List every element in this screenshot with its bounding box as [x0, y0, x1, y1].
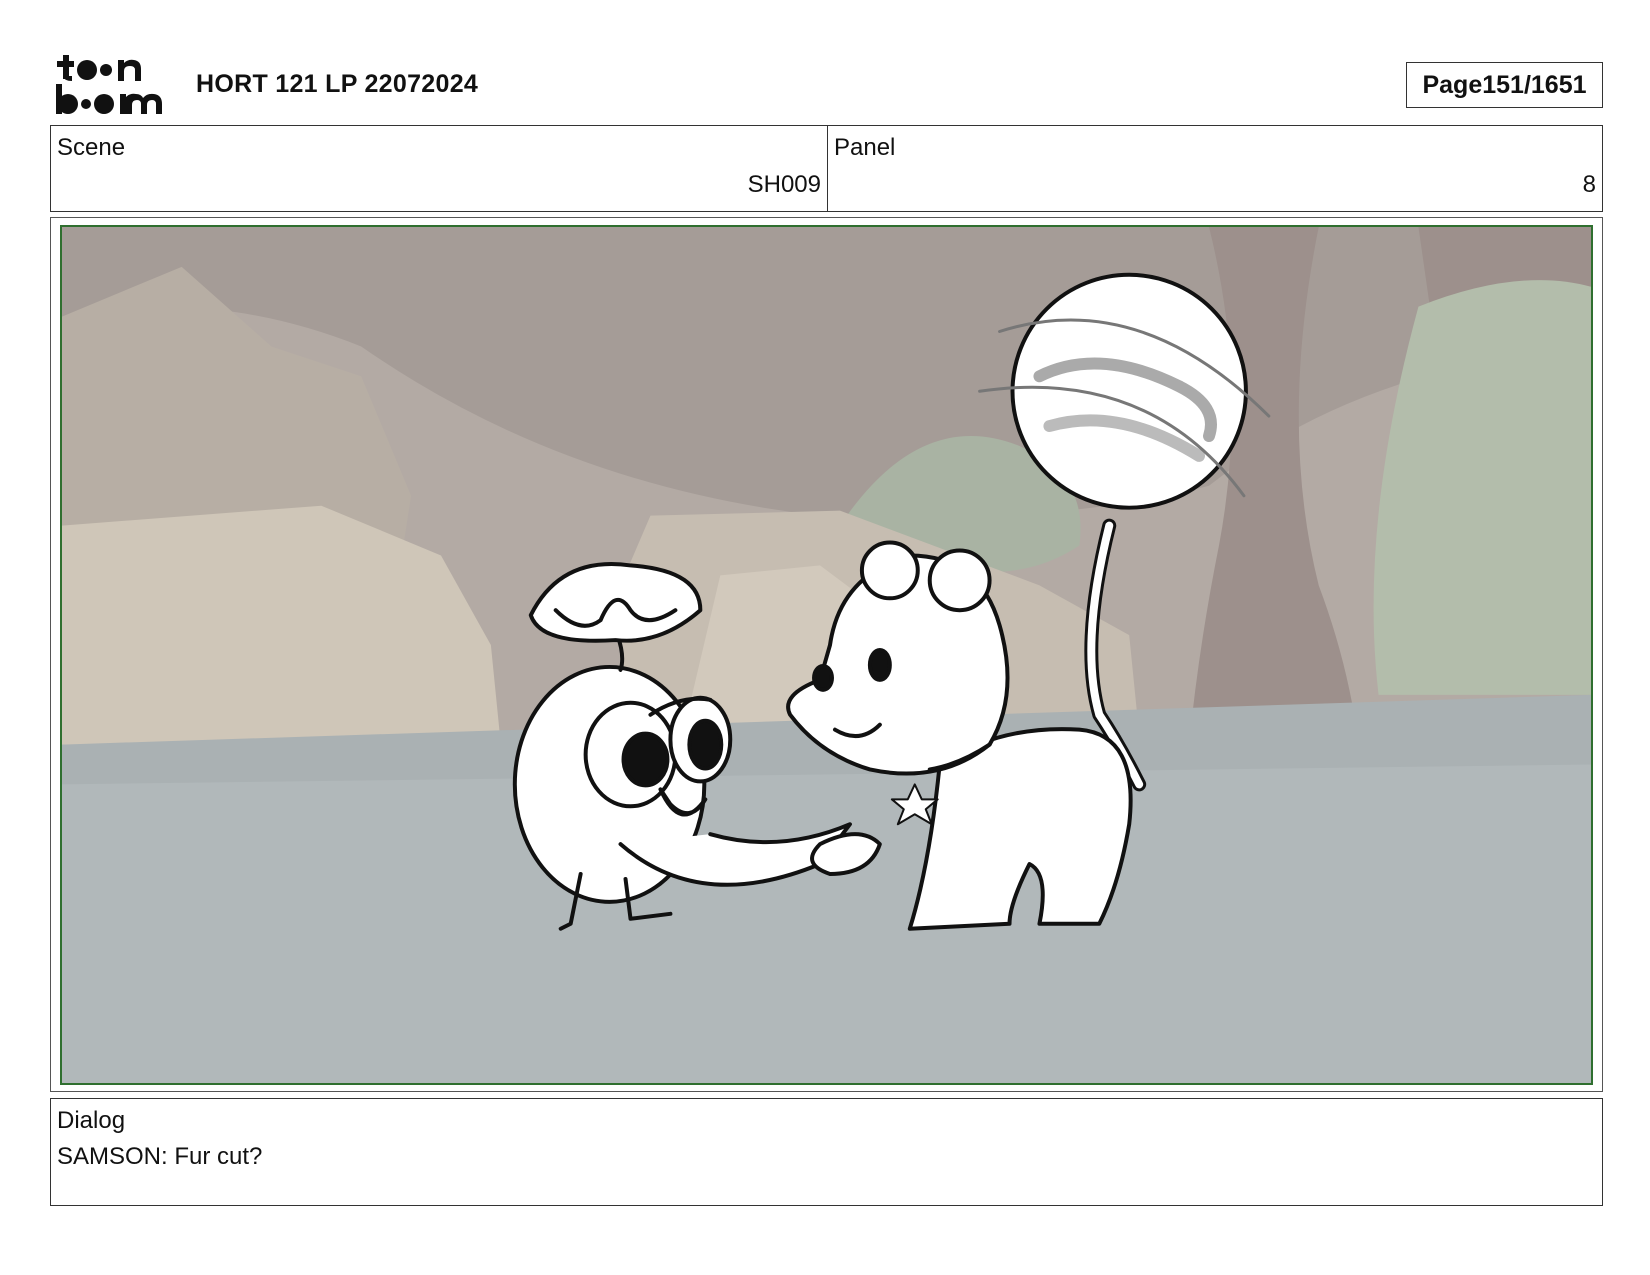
panel-cell: Panel 8 [828, 126, 1602, 211]
scene-label: Scene [57, 134, 126, 161]
dialog-text: SAMSON: Fur cut? [57, 1143, 263, 1170]
page-label: Page [1422, 70, 1483, 99]
document-title: HORT 121 LP 22072024 [196, 70, 479, 98]
toon-boom-logo [54, 54, 172, 116]
page-indicator: Page 151/1651 [1406, 62, 1603, 108]
dialog-label: Dialog [57, 1107, 126, 1134]
panel-label: Panel [834, 134, 896, 161]
storyboard-drawing [60, 225, 1593, 1085]
page-number: 151/1651 [1482, 70, 1587, 99]
scene-cell: Scene SH009 [51, 126, 828, 211]
dialog-box: Dialog SAMSON: Fur cut? [50, 1098, 1603, 1206]
panel-value: 8 [1582, 171, 1596, 198]
scene-value: SH009 [747, 171, 821, 198]
scene-panel-header: Scene SH009 Panel 8 [50, 125, 1603, 212]
